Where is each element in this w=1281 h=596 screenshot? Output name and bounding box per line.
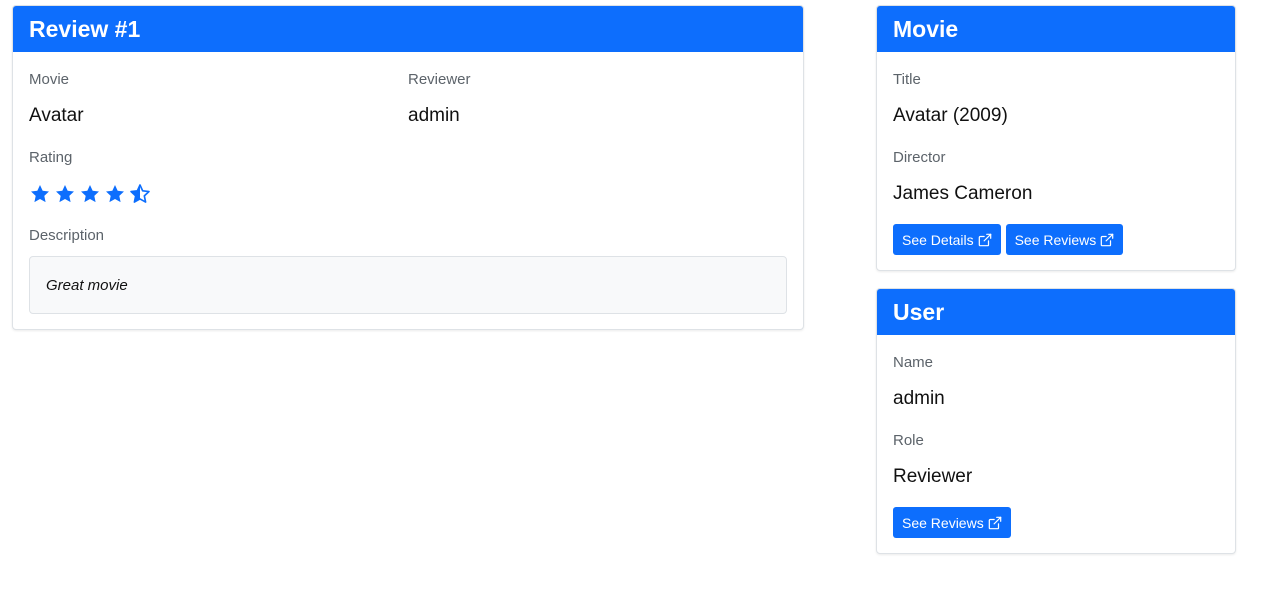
review-info-row: Movie Avatar Reviewer admin [29,70,787,128]
movie-field: Movie Avatar [29,70,408,128]
movie-actions: See Details See Reviews [893,224,1219,255]
description-label: Description [29,227,105,244]
user-see-reviews-button[interactable]: See Reviews [893,507,1011,538]
see-details-button[interactable]: See Details [893,224,1001,255]
movie-value: Avatar [29,105,84,126]
movie-card-title: Movie [893,15,959,42]
director-label: Director [893,149,946,166]
director-value: James Cameron [893,183,1033,204]
movie-see-reviews-label: See Reviews [1014,231,1097,248]
star-icon [104,183,126,205]
movie-label: Movie [29,71,70,88]
user-card-header: User [877,289,1235,335]
description-value: Great movie [46,276,128,294]
movie-card-header: Movie [877,6,1235,52]
user-name-label: Name [893,354,934,371]
user-card-body: Name admin Role Reviewer See Reviews [877,335,1235,553]
director-field: Director James Cameron [893,148,1219,206]
user-role-value: Reviewer [893,466,973,487]
reviewer-value: admin [408,105,460,126]
half-star-icon [129,183,151,205]
movie-card: Movie Title Avatar (2009) Director James… [876,5,1236,271]
review-card: Review #1 Movie Avatar Reviewer admin Ra… [12,5,804,330]
user-card-title: User [893,298,945,325]
movie-title-field: Title Avatar (2009) [893,70,1219,128]
user-role-field: Role Reviewer [893,431,1219,489]
movie-title-label: Title [893,71,921,88]
external-link-icon [978,233,992,247]
star-icon [54,183,76,205]
reviewer-field: Reviewer admin [408,70,787,128]
user-see-reviews-label: See Reviews [902,514,984,531]
star-icon [79,183,101,205]
review-card-header: Review #1 [13,6,803,52]
rating-field: Rating [29,148,787,206]
user-name-field: Name admin [893,353,1219,411]
user-actions: See Reviews [893,507,1219,538]
description-field: Description Great movie [29,226,787,314]
description-box: Great movie [29,256,787,314]
rating-stars [29,182,787,206]
user-role-label: Role [893,432,924,449]
user-card: User Name admin Role Reviewer See Review… [876,288,1236,554]
rating-label: Rating [29,149,73,166]
review-card-body: Movie Avatar Reviewer admin Rating Descr… [13,52,803,329]
reviewer-label: Reviewer [408,71,471,88]
star-icon [29,183,51,205]
external-link-icon [988,516,1002,530]
movie-title-value: Avatar (2009) [893,105,1008,126]
movie-card-body: Title Avatar (2009) Director James Camer… [877,52,1235,270]
user-name-value: admin [893,388,945,409]
review-title: Review #1 [29,15,141,42]
movie-see-reviews-button[interactable]: See Reviews [1005,224,1124,255]
external-link-icon [1100,233,1114,247]
see-details-label: See Details [902,231,974,248]
